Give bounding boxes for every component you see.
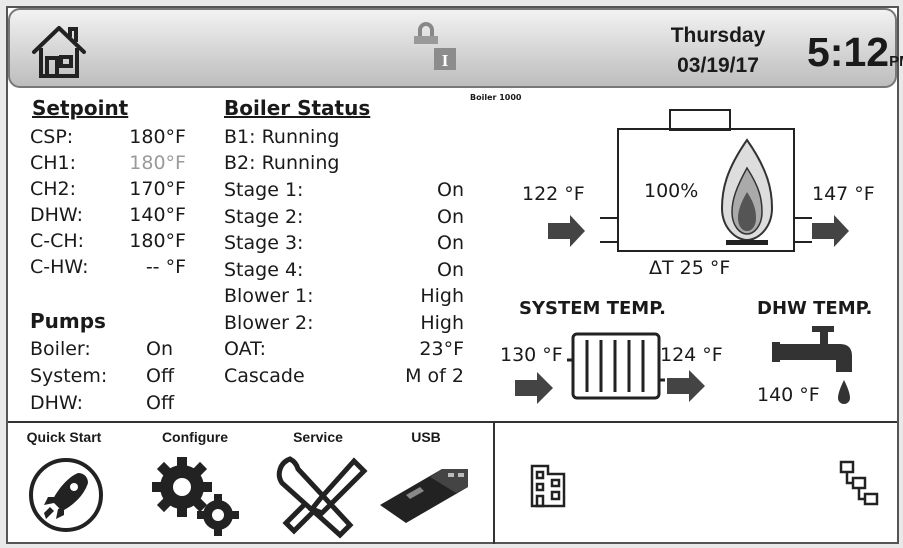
gears-icon (152, 457, 239, 536)
home-icon (32, 26, 86, 78)
status-label: Stage 4: (224, 258, 304, 281)
status-label: Stage 3: (224, 232, 304, 254)
delta-t: ΔT 25 °F (649, 257, 731, 279)
nav-quick-start[interactable]: Quick Start (14, 425, 124, 540)
boiler-running-status: B2: Running (224, 152, 340, 174)
dhw-temp-title: DHW TEMP. (757, 298, 873, 319)
screen: I Thursday 03/19/17 5:12PM Setpoint CSP:… (0, 0, 903, 548)
nav-usb-label: USB (411, 429, 441, 445)
nav-usb[interactable]: USB (376, 425, 476, 540)
nav-configure-label: Configure (161, 429, 229, 445)
setpoint-value[interactable]: 140°F (100, 205, 186, 226)
pump-value: Off (146, 392, 175, 414)
status-label: OAT: (224, 338, 267, 360)
dhw-temp: 140 °F (757, 384, 820, 406)
pump-label: Boiler: (30, 338, 91, 360)
setpoint-value[interactable]: 180°F (100, 231, 186, 252)
status-label: Cascade (224, 364, 305, 387)
setpoint-value[interactable]: -- °F (100, 257, 186, 278)
setpoint-label: C-HW: (30, 256, 89, 278)
status-value: M of 2 (405, 364, 464, 387)
inlet-temp: 122 °F (522, 183, 585, 205)
home-button[interactable] (28, 20, 90, 82)
time-display: 5:12PM (807, 30, 903, 84)
boiler-status-title: Boiler Status (224, 96, 371, 120)
status-label: Stage 1: (224, 179, 304, 201)
nav-quick-start-label: Quick Start (26, 429, 102, 445)
status-label: Blower 1: (224, 285, 314, 307)
status-value: 23°F (419, 338, 464, 360)
status-value: On (437, 205, 464, 228)
setpoint-label: DHW: (30, 204, 83, 226)
system-in-arrow-icon (515, 372, 553, 404)
flame-icon (720, 138, 774, 245)
boiler-flue (669, 109, 731, 131)
time-value: 5:12 (807, 29, 890, 75)
status-label: Blower 2: (224, 311, 314, 334)
pumps-title: Pumps (30, 309, 106, 333)
setpoint-label: CH2: (30, 178, 77, 200)
network-icon[interactable] (838, 458, 880, 508)
radiator-diagram (515, 332, 705, 404)
status-value: On (437, 179, 464, 201)
pump-label: System: (30, 365, 108, 387)
header-bar: I Thursday 03/19/17 5:12PM (8, 8, 903, 88)
divider-nav (493, 421, 495, 544)
boiler-running-status: B1: Running (224, 126, 340, 148)
radiator-icon (567, 332, 665, 400)
date-label: 03/19/17 (677, 54, 759, 77)
status-value: High (420, 311, 464, 334)
setpoint-label: C-CH: (30, 230, 85, 252)
setpoint-value[interactable]: 180°F (100, 127, 186, 148)
nav-service-label: Service (293, 429, 343, 445)
status-value: On (437, 232, 464, 254)
setpoint-value[interactable]: 170°F (100, 179, 186, 200)
divider-main (8, 421, 897, 423)
info-lock-icon[interactable]: I (414, 18, 460, 70)
outlet-temp: 147 °F (812, 183, 875, 205)
pump-label: DHW: (30, 392, 83, 414)
pump-value: Off (146, 365, 175, 387)
svg-text:I: I (442, 51, 449, 70)
nav-configure[interactable]: Configure (140, 425, 250, 540)
outlet-arrow-icon (812, 215, 849, 247)
tools-icon (276, 456, 368, 539)
system-temp-title: SYSTEM TEMP. (519, 298, 666, 319)
ampm-label: PM (889, 53, 903, 70)
setpoint-label: CH1: (30, 152, 77, 174)
setpoint-title: Setpoint (32, 96, 129, 120)
building-icon[interactable] (528, 460, 568, 510)
setpoint-label: CSP: (30, 126, 74, 148)
day-label: Thursday (670, 24, 766, 47)
inlet-arrow-icon (548, 215, 585, 247)
pump-value: On (146, 338, 173, 360)
status-label: Stage 2: (224, 205, 304, 228)
setpoint-value[interactable]: 180°F (100, 153, 186, 174)
status-value: On (437, 258, 464, 281)
system-out-arrow-icon (667, 370, 705, 402)
usb-drive-icon (380, 469, 468, 523)
firing-rate: 100% (644, 180, 699, 202)
status-value: High (420, 285, 464, 307)
nav-service[interactable]: Service (268, 425, 368, 540)
rocket-icon (29, 458, 103, 532)
